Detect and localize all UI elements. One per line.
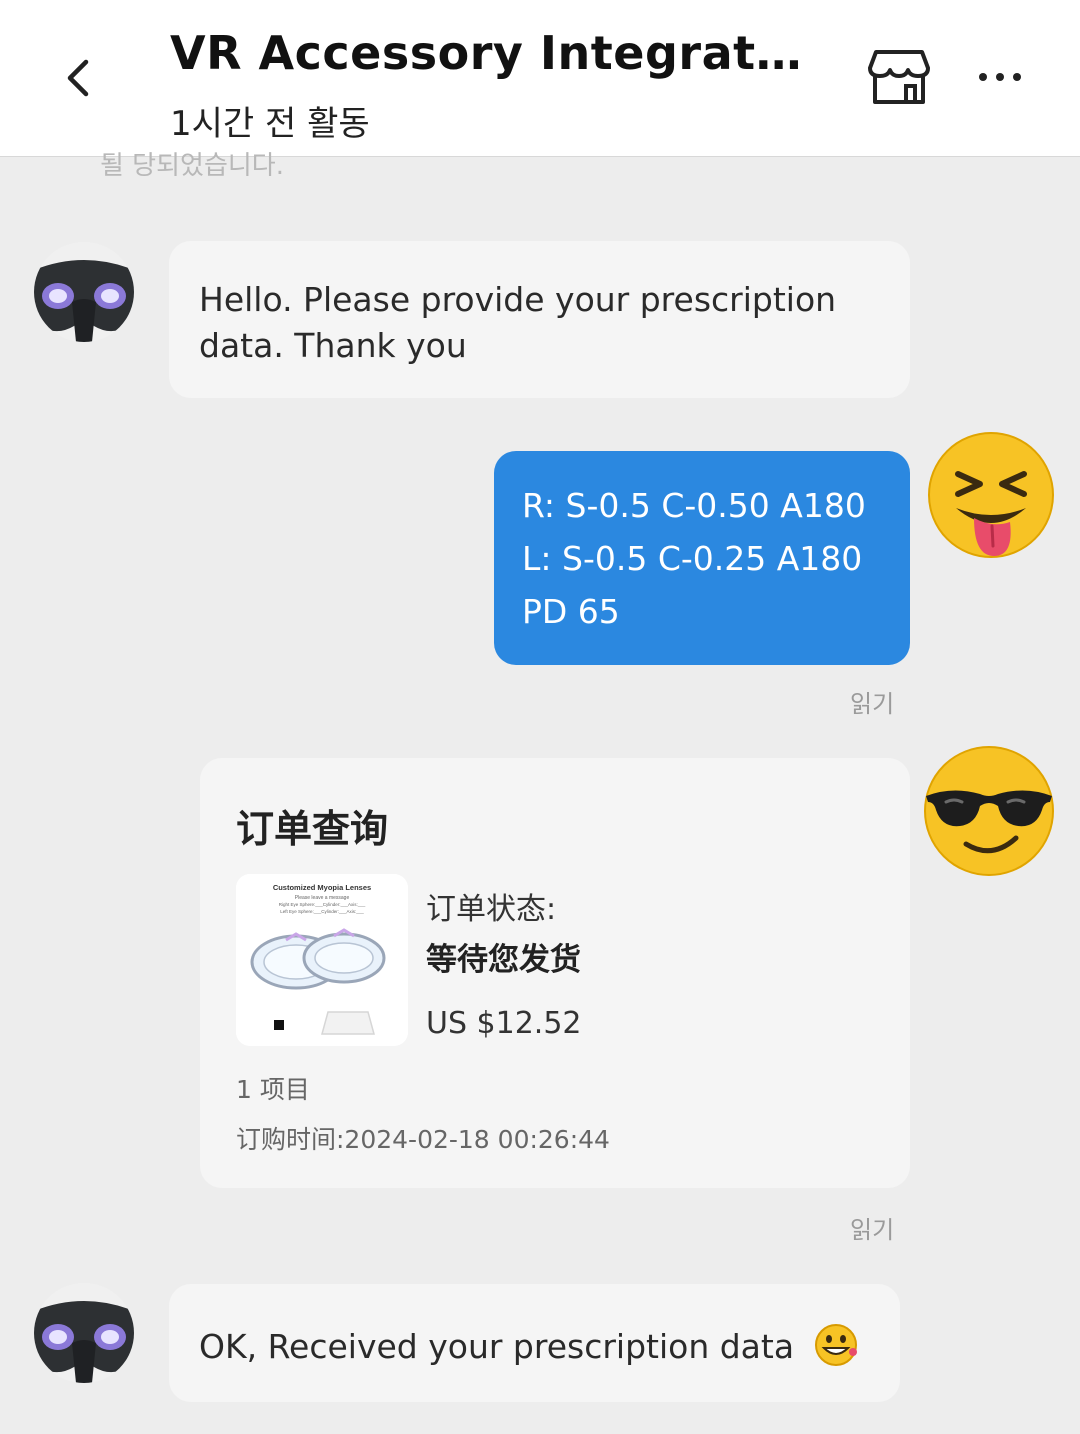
seller-avatar[interactable] [34,1283,134,1383]
store-button[interactable] [866,46,932,108]
message-text: OK, Received your prescription data [199,1327,795,1366]
order-card-title: 订单查询 [236,807,389,851]
message-bubble-outgoing[interactable]: R: S-0.5 C-0.50 A180 L: S-0.5 C-0.25 A18… [494,451,910,665]
thumb-title: Customized Myopia Lenses [273,883,371,892]
message-line: R: S-0.5 C-0.50 A180 [522,486,866,525]
chat-title: VR Accessory Integrati... [170,26,810,80]
winking-tongue-face-icon [928,432,1054,558]
thumb-line: Left Eye Sphere:___Cylinder:___Axis:___ [280,909,364,914]
order-price: US $12.52 [426,1006,582,1041]
more-dot [979,73,987,81]
grinning-face-emoji-icon [814,1324,857,1366]
message-bubble-incoming[interactable]: OK, Received your prescription data [169,1284,900,1402]
vr-headset-icon [34,242,134,342]
read-receipt: 읽기 [850,690,895,718]
message-line: PD 65 [522,592,620,631]
message-line: L: S-0.5 C-0.25 A180 [522,539,863,578]
seller-avatar[interactable] [34,242,134,342]
product-thumbnail[interactable]: Customized Myopia Lenses Please leave a … [236,874,408,1046]
sunglasses-face-icon [924,746,1054,876]
message-text: Hello. Please provide your prescription … [199,280,837,365]
store-icon [868,50,930,104]
more-dot [1013,73,1021,81]
activity-status: 1시간 전 활동 [170,104,370,144]
user-avatar[interactable] [926,430,1056,560]
vr-headset-icon [34,1283,134,1383]
read-receipt: 읽기 [850,1216,895,1244]
order-status-label: 订单状态: [426,892,557,927]
back-button[interactable] [50,50,106,106]
more-dot [996,73,1004,81]
order-time: 订购时间:2024-02-18 00:26:44 [236,1125,610,1154]
order-item-count: 1 项目 [236,1075,310,1104]
user-avatar[interactable] [922,744,1054,876]
thumb-line: Right Eye Sphere:___Cylinder:___Axis:___ [279,902,366,907]
system-notice: 될 당되었습니다. [100,151,284,176]
order-card[interactable]: 订单查询 Customized Myopia Lenses Please lea… [200,758,910,1188]
chevron-left-icon [67,59,89,97]
message-bubble-incoming[interactable]: Hello. Please provide your prescription … [169,241,910,398]
order-status-value: 等待您发货 [426,942,581,978]
chat-header: VR Accessory Integrati... 1시간 전 활동 [0,0,1080,157]
more-button[interactable] [968,52,1032,102]
thumb-line: Please leave a message [295,895,350,901]
lens-product-image: Customized Myopia Lenses Please leave a … [236,874,408,1046]
